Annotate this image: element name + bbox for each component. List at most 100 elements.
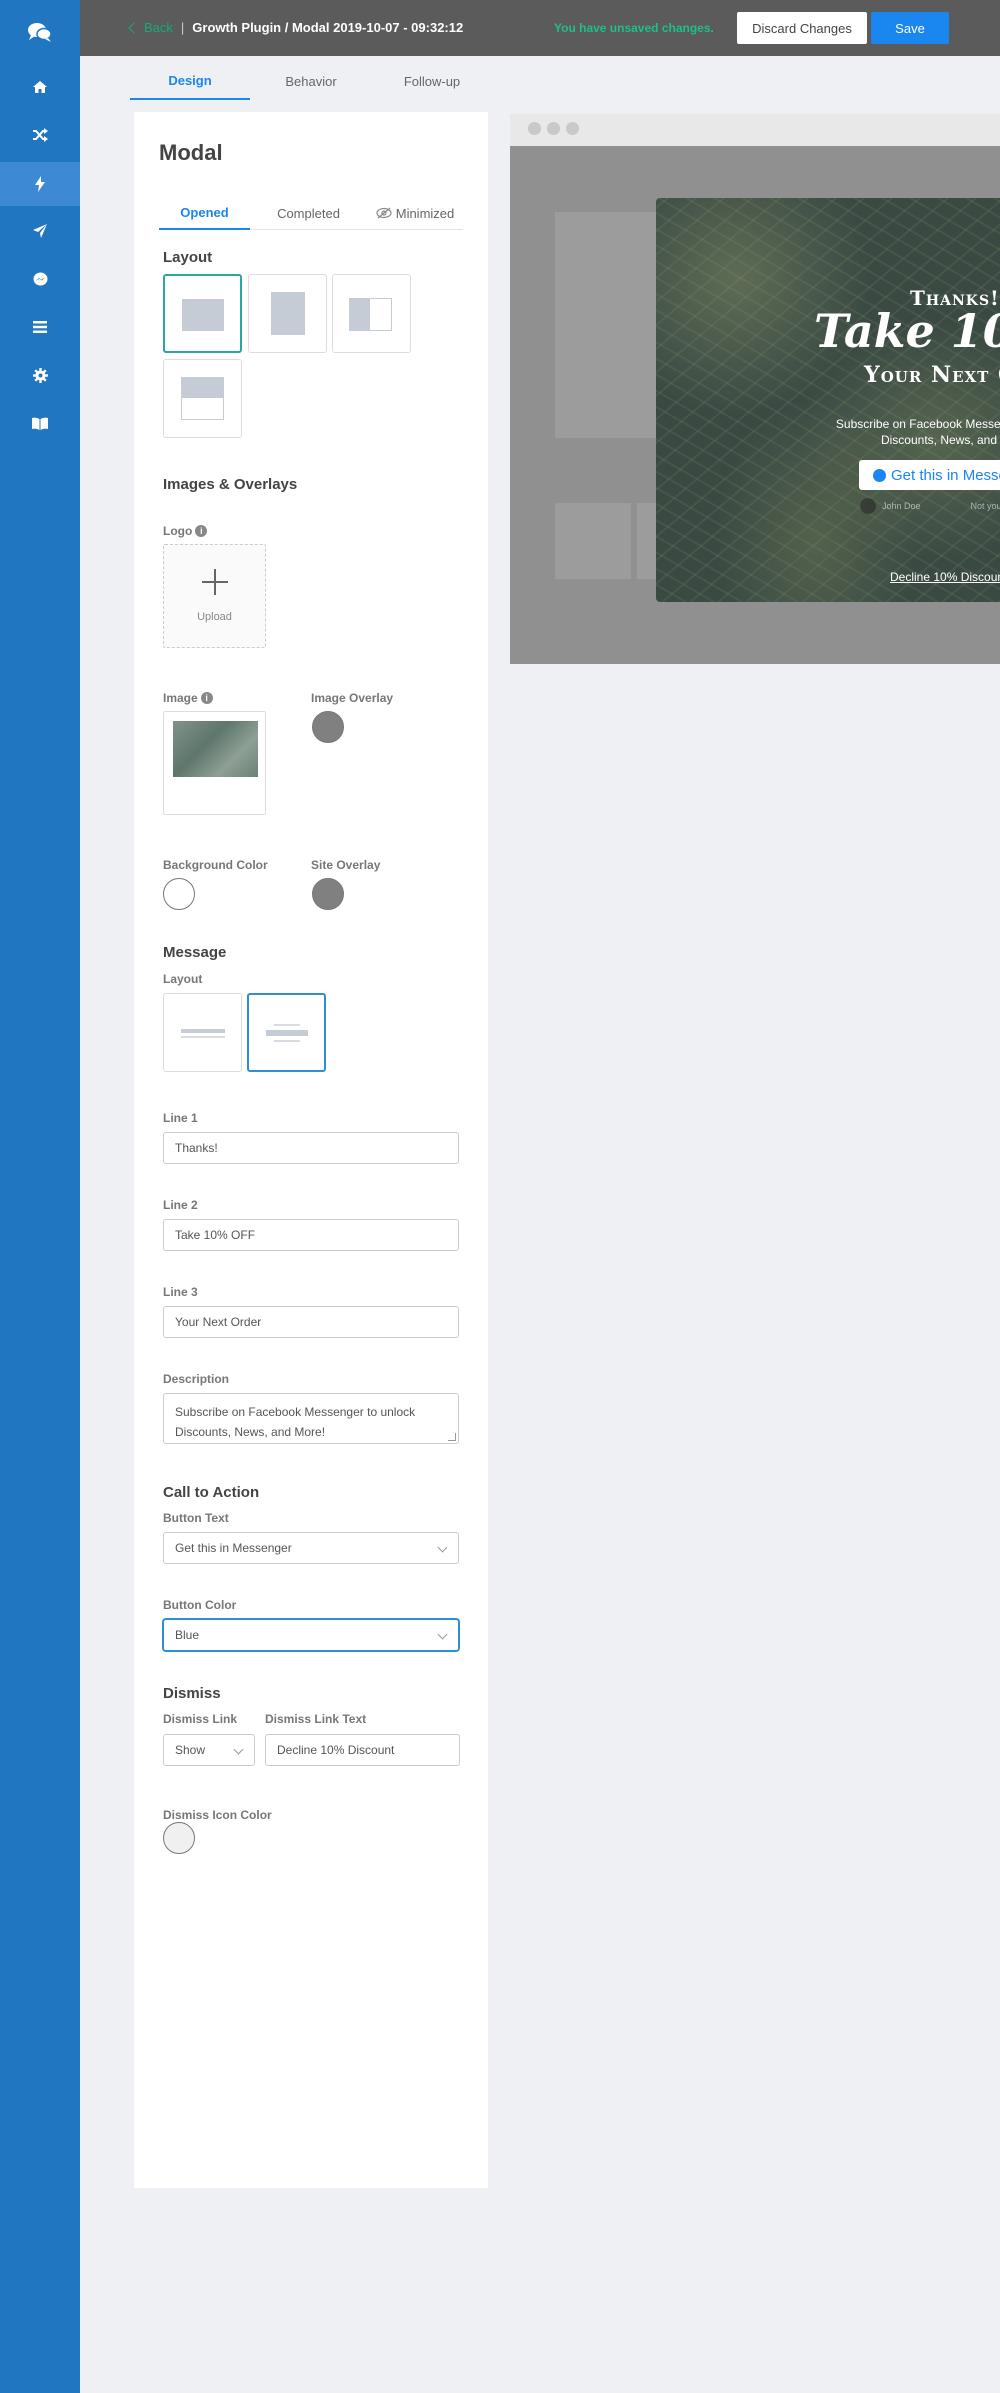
breadcrumb-separator: | — [180, 20, 185, 35]
modal-user-name: John Doe — [882, 501, 921, 511]
dismiss-icon-color-label: Dismiss Icon Color — [163, 1808, 272, 1822]
modal-line2: Take 10% OFF — [814, 304, 1000, 358]
book-icon[interactable] — [0, 401, 80, 445]
window-dot — [547, 122, 560, 135]
list-icon[interactable] — [0, 305, 80, 349]
description-textarea[interactable]: Subscribe on Facebook Messenger to unloc… — [163, 1393, 459, 1444]
images-overlays-heading: Images & Overlays — [163, 476, 298, 493]
line1-input[interactable]: Thanks! — [163, 1132, 459, 1164]
chevron-down-icon — [437, 1629, 448, 1640]
discard-changes-button[interactable]: Discard Changes — [737, 12, 867, 44]
description-text: Subscribe on Facebook Messenger to unloc… — [175, 1405, 416, 1439]
resize-handle-icon[interactable] — [448, 1433, 456, 1441]
chevron-down-icon — [233, 1744, 244, 1755]
unsaved-changes-notice: You have unsaved changes. — [554, 21, 714, 35]
modal-cta-label: Get this in Messenger — [891, 466, 1000, 484]
settings-panel: Modal Opened Completed Minimized Layout … — [134, 112, 488, 2188]
button-color-label: Button Color — [163, 1598, 237, 1612]
browser-chrome — [510, 114, 1000, 146]
modal-cta-button[interactable]: Get this in Messenger — [859, 460, 1000, 490]
preview-window: Thanks! Take 10% OFF Your Next Order Sub… — [510, 114, 1000, 664]
modal-description: Subscribe on Facebook Messenger to unloc… — [835, 417, 1000, 447]
page-title: Growth Plugin / Modal 2019-10-07 - 09:32… — [192, 20, 464, 35]
top-bar: Back | Growth Plugin / Modal 2019-10-07 … — [80, 0, 1000, 56]
state-tabs: Opened Completed Minimized — [159, 196, 463, 230]
placeholder-block — [555, 503, 631, 579]
tab-follow-up[interactable]: Follow-up — [372, 62, 492, 100]
tab-opened[interactable]: Opened — [159, 196, 250, 230]
tab-minimized-label: Minimized — [395, 205, 455, 221]
dismiss-link-value: Show — [175, 1743, 206, 1757]
modal-user-extra[interactable]: Not you? — [971, 501, 1000, 511]
modal-line3: Your Next Order — [864, 362, 1000, 388]
message-heading: Message — [163, 944, 227, 961]
tab-completed[interactable]: Completed — [250, 196, 367, 230]
button-color-value: Blue — [175, 1628, 200, 1642]
layout-option-center-image[interactable] — [163, 274, 242, 353]
line2-input[interactable]: Take 10% OFF — [163, 1219, 459, 1251]
button-color-select[interactable]: Blue — [163, 1619, 459, 1651]
line2-label: Line 2 — [163, 1198, 198, 1212]
site-overlay-label: Site Overlay — [311, 858, 381, 872]
image-upload[interactable] — [163, 711, 266, 815]
message-layout-label: Layout — [163, 972, 203, 986]
image-overlay-label: Image Overlay — [311, 691, 394, 705]
layout-option-split[interactable] — [332, 274, 411, 353]
upload-label: Upload — [197, 611, 232, 623]
sidebar — [0, 0, 80, 2393]
layout-option-top-image[interactable] — [163, 359, 242, 438]
messenger-icon — [873, 468, 886, 482]
back-link[interactable]: Back — [128, 20, 173, 35]
description-label: Description — [163, 1372, 230, 1386]
layout-heading: Layout — [163, 249, 213, 266]
chevron-down-icon — [437, 1542, 448, 1553]
call-to-action-heading: Call to Action — [163, 1484, 260, 1501]
image-thumbnail — [173, 721, 258, 777]
info-icon[interactable]: i — [195, 525, 208, 537]
message-layout-center[interactable] — [247, 993, 326, 1072]
window-dot — [528, 122, 541, 135]
message-layout-left[interactable] — [163, 993, 242, 1072]
dismiss-link-select[interactable]: Show — [163, 1734, 255, 1766]
back-arrow-icon — [128, 22, 140, 34]
image-overlay-swatch[interactable] — [312, 711, 344, 743]
tab-minimized[interactable]: Minimized — [367, 196, 463, 230]
tab-design[interactable]: Design — [130, 62, 250, 100]
site-overlay-swatch[interactable] — [312, 878, 344, 910]
logo-label: Logo i — [163, 524, 208, 538]
modal-dismiss-link[interactable]: Decline 10% Discount — [890, 570, 1000, 584]
plus-icon — [202, 567, 228, 601]
line1-label: Line 1 — [163, 1111, 198, 1125]
shuffle-icon[interactable] — [0, 113, 80, 157]
chat-bubbles-icon[interactable] — [0, 10, 80, 54]
avatar — [860, 498, 876, 514]
save-button[interactable]: Save — [871, 12, 949, 44]
logo-upload[interactable]: Upload — [163, 544, 266, 648]
info-icon[interactable]: i — [200, 692, 213, 704]
modal-preview: Thanks! Take 10% OFF Your Next Order Sub… — [656, 198, 1000, 602]
dismiss-heading: Dismiss — [163, 1685, 221, 1702]
dismiss-link-label: Dismiss Link — [163, 1712, 238, 1726]
paper-plane-icon[interactable] — [0, 209, 80, 253]
button-text-value: Get this in Messenger — [175, 1541, 292, 1555]
tab-behavior[interactable]: Behavior — [250, 62, 372, 100]
layout-option-tall[interactable] — [248, 274, 327, 353]
messenger-icon[interactable] — [0, 257, 80, 301]
image-label: Image i — [163, 691, 213, 705]
panel-title: Modal — [159, 140, 223, 165]
dismiss-icon-color-swatch[interactable] — [163, 1822, 195, 1854]
breadcrumb: Back | Growth Plugin / Modal 2019-10-07 … — [128, 20, 464, 35]
background-color-label: Background Color — [163, 858, 268, 872]
line3-label: Line 3 — [163, 1285, 198, 1299]
button-text-label: Button Text — [163, 1511, 229, 1525]
line3-input[interactable]: Your Next Order — [163, 1306, 459, 1338]
lightning-icon[interactable] — [0, 162, 80, 206]
gear-icon[interactable] — [0, 353, 80, 397]
button-text-select[interactable]: Get this in Messenger — [163, 1532, 459, 1564]
background-color-swatch[interactable] — [163, 878, 195, 910]
dismiss-link-text-label: Dismiss Link Text — [265, 1712, 367, 1726]
home-icon[interactable] — [0, 65, 80, 109]
modal-user-row: John Doe Not you? — [860, 498, 1000, 514]
dismiss-link-text-input[interactable]: Decline 10% Discount — [265, 1734, 460, 1766]
window-dot — [566, 122, 579, 135]
